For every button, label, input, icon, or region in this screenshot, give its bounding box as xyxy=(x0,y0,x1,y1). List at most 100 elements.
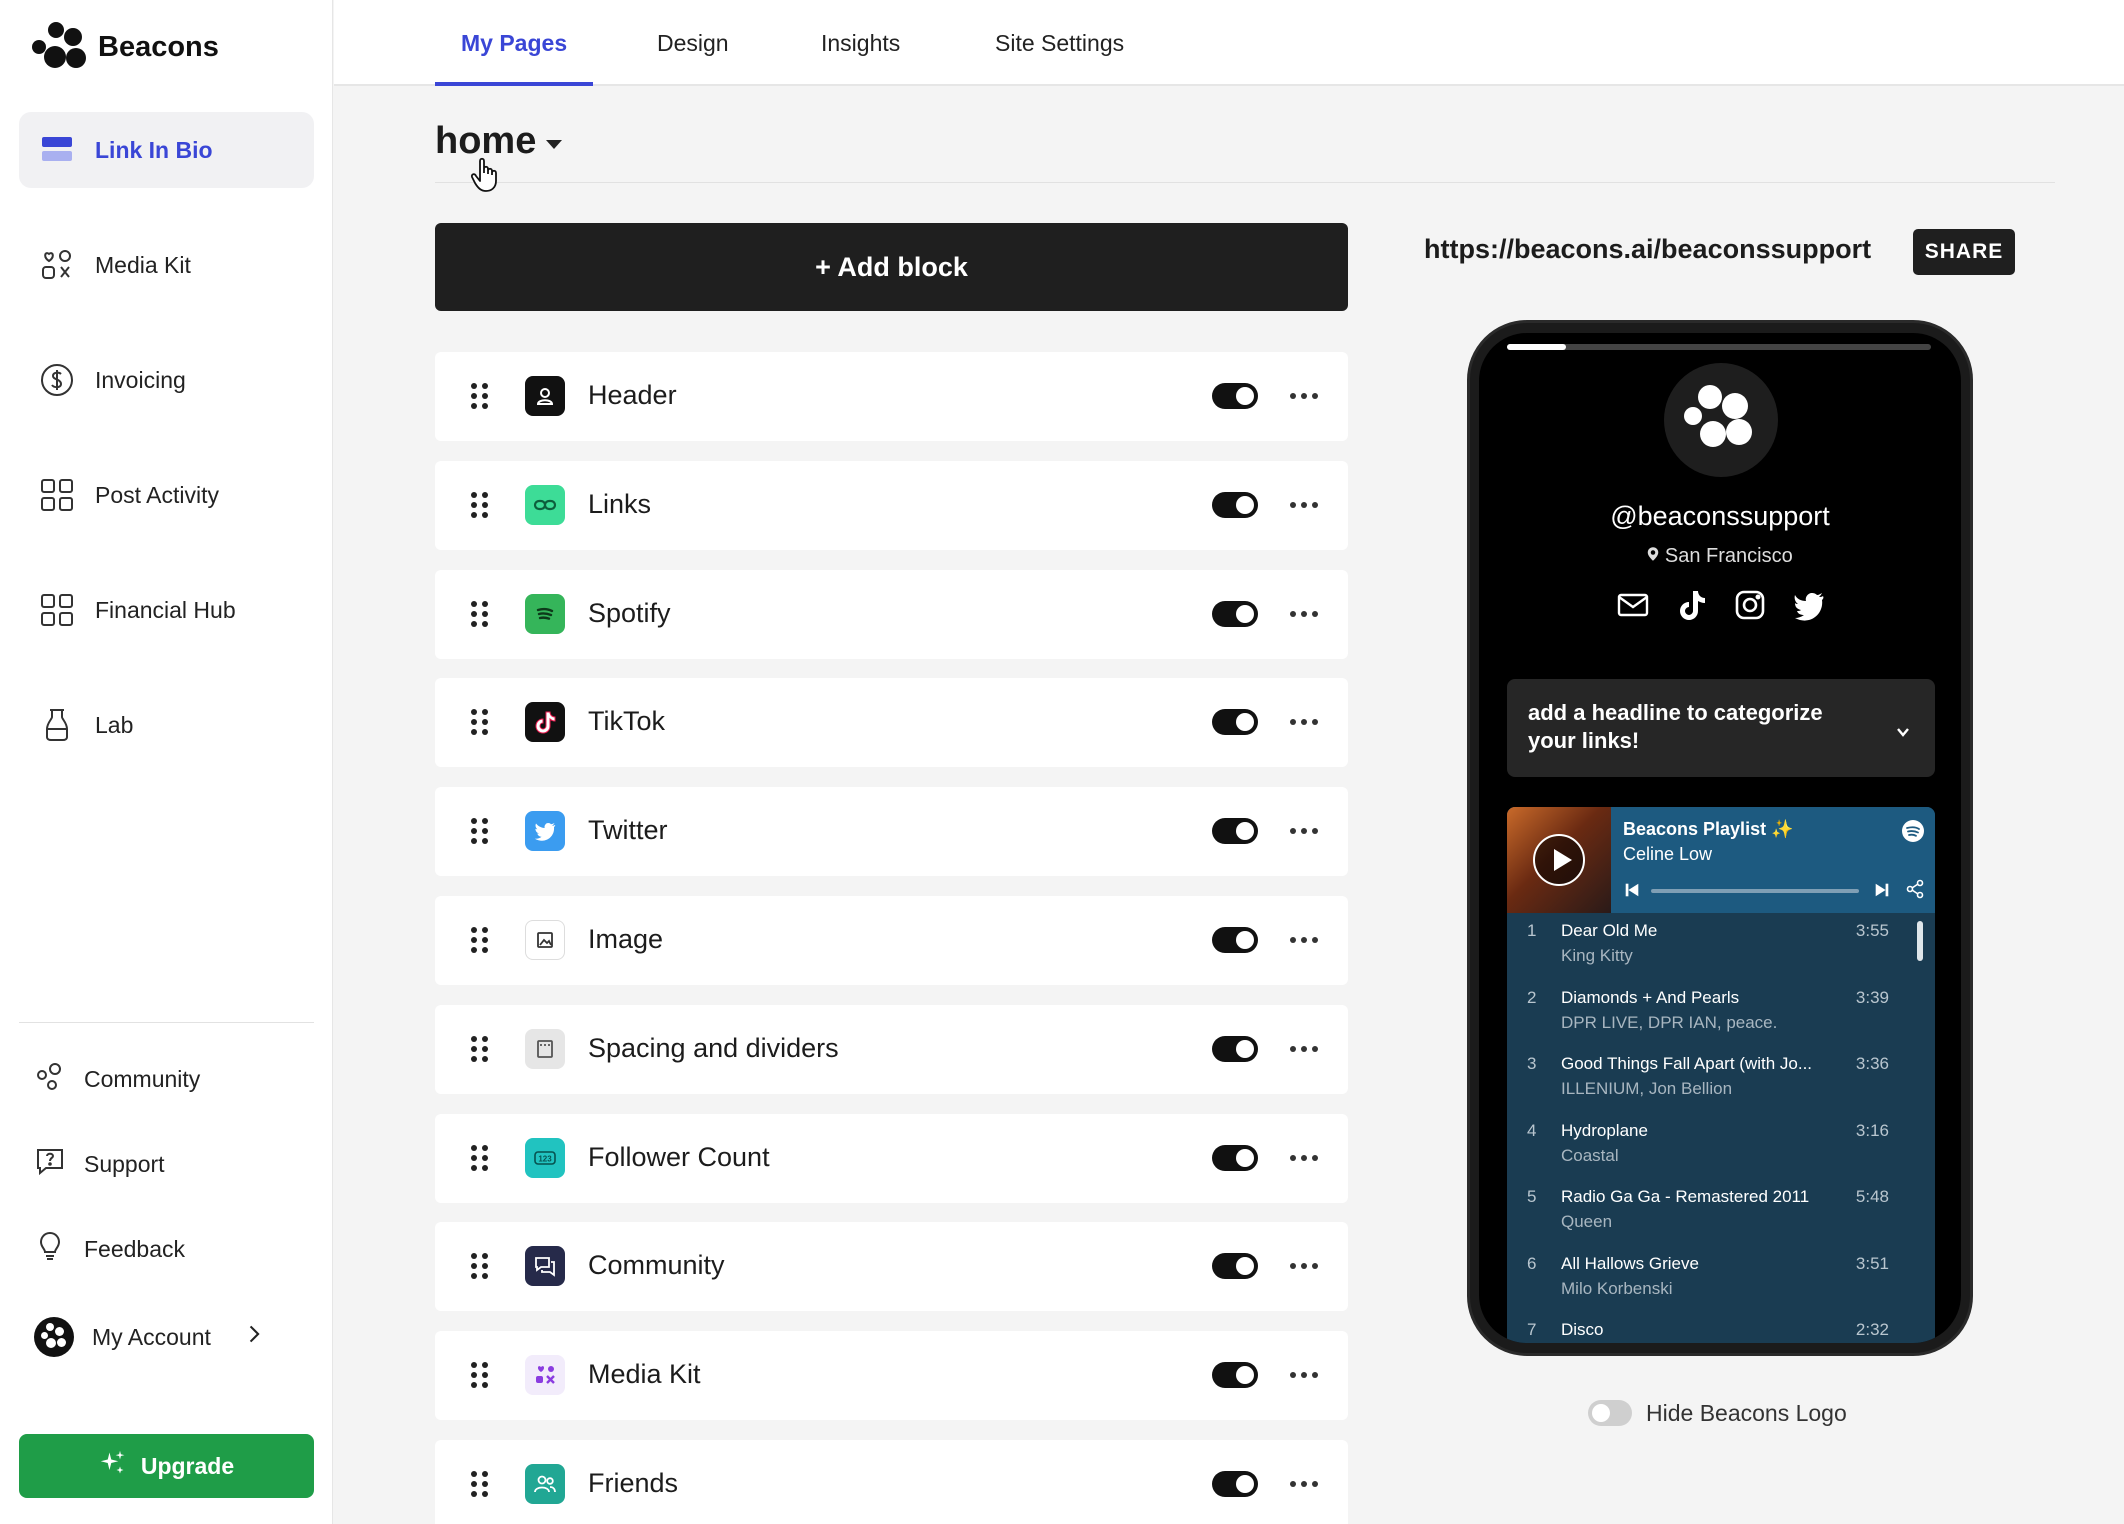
block-row-friends[interactable]: Friends xyxy=(435,1440,1348,1524)
block-visibility-toggle[interactable] xyxy=(1212,491,1258,518)
next-track-icon[interactable] xyxy=(1873,881,1891,904)
previous-track-icon[interactable] xyxy=(1623,881,1641,904)
track-artist: ILLENIUM, Jon Bellion xyxy=(1561,1079,1733,1098)
block-visibility-toggle[interactable] xyxy=(1212,1253,1258,1280)
block-row-spacing-and-dividers[interactable]: Spacing and dividers xyxy=(435,1004,1348,1094)
track-number: 2 xyxy=(1527,987,1537,1007)
instagram-icon[interactable] xyxy=(1733,588,1767,622)
share-icon[interactable] xyxy=(1905,879,1925,904)
block-visibility-toggle[interactable] xyxy=(1212,927,1258,953)
more-options-icon[interactable] xyxy=(1290,609,1322,619)
block-row-spotify[interactable]: Spotify xyxy=(435,569,1348,659)
track-row[interactable]: 7 Disco 2:32 xyxy=(1507,1312,1935,1343)
drag-handle-icon[interactable] xyxy=(471,600,489,627)
drag-handle-icon[interactable] xyxy=(471,927,489,953)
track-row[interactable]: 3 Good Things Fall Apart (with Jo... ILLEN… xyxy=(1507,1046,1935,1112)
block-visibility-toggle[interactable] xyxy=(1212,818,1258,845)
block-row-tiktok[interactable]: TikTok xyxy=(435,678,1348,768)
divider-icon xyxy=(525,1028,565,1069)
block-row-twitter[interactable]: Twitter xyxy=(435,787,1348,877)
block-visibility-toggle[interactable] xyxy=(1212,1144,1258,1171)
block-row-community[interactable]: Community xyxy=(435,1222,1348,1312)
twitter-icon[interactable] xyxy=(1792,588,1826,622)
more-options-icon[interactable] xyxy=(1290,1153,1322,1163)
drag-handle-icon[interactable] xyxy=(471,491,489,518)
more-options-icon[interactable] xyxy=(1290,391,1322,401)
drag-handle-icon[interactable] xyxy=(471,1144,489,1171)
drag-handle-icon[interactable] xyxy=(471,818,489,845)
story-progress-bar xyxy=(1507,344,1931,350)
location-pin-icon xyxy=(1647,545,1659,567)
active-tab-indicator xyxy=(435,82,593,86)
block-visibility-toggle[interactable] xyxy=(1212,600,1258,627)
more-options-icon[interactable] xyxy=(1290,1479,1322,1489)
tab-design[interactable]: Design xyxy=(657,0,729,86)
spotify-icon[interactable] xyxy=(1901,819,1925,843)
playback-progress[interactable] xyxy=(1651,889,1859,893)
more-options-icon[interactable] xyxy=(1290,500,1322,510)
tiktok-icon xyxy=(525,702,565,743)
sidebar-item-label: Feedback xyxy=(84,1235,186,1262)
sidebar-item-financial-hub[interactable]: Financial Hub xyxy=(19,572,314,648)
more-options-icon[interactable] xyxy=(1290,1370,1322,1380)
sidebar-item-community[interactable]: Community xyxy=(34,1054,200,1104)
drag-handle-icon[interactable] xyxy=(471,1035,489,1062)
track-row[interactable]: 1 Dear Old Me King Kitty 3:55 xyxy=(1507,913,1935,979)
hand-cursor-icon xyxy=(470,157,500,193)
more-options-icon[interactable] xyxy=(1290,1044,1322,1054)
play-button[interactable] xyxy=(1533,834,1585,886)
drag-handle-icon[interactable] xyxy=(471,383,489,409)
sidebar-item-my-account[interactable]: My Account xyxy=(34,1312,265,1362)
drag-handle-icon[interactable] xyxy=(471,709,489,736)
more-options-icon[interactable] xyxy=(1290,935,1322,945)
block-visibility-toggle[interactable] xyxy=(1212,383,1258,409)
sidebar-item-link-in-bio[interactable]: Link In Bio xyxy=(19,112,314,188)
drag-handle-icon[interactable] xyxy=(471,1362,489,1389)
sidebar: Beacons Link In Bio Media Kit Invoicing … xyxy=(0,0,333,1524)
sidebar-item-feedback[interactable]: Feedback xyxy=(34,1224,185,1274)
upgrade-button[interactable]: Upgrade xyxy=(19,1434,314,1498)
track-duration: 3:36 xyxy=(1855,1054,1889,1073)
drag-handle-icon[interactable] xyxy=(471,1253,489,1280)
tab-site-settings[interactable]: Site Settings xyxy=(995,0,1124,86)
block-row-image[interactable]: Image xyxy=(435,896,1348,985)
headline-accordion[interactable]: add a headline to categorize your links! xyxy=(1507,679,1935,777)
track-name: Good Things Fall Apart (with Jo... xyxy=(1561,1054,1813,1073)
block-visibility-toggle[interactable] xyxy=(1212,709,1258,736)
more-options-icon[interactable] xyxy=(1290,826,1322,836)
lightbulb-icon xyxy=(34,1230,66,1268)
share-button[interactable]: SHARE xyxy=(1913,229,2015,275)
track-row[interactable]: 4 Hydroplane Coastal 3:16 xyxy=(1507,1113,1935,1179)
hide-logo-toggle[interactable] xyxy=(1588,1400,1632,1426)
sidebar-item-support[interactable]: Support xyxy=(34,1139,165,1189)
block-row-media-kit[interactable]: Media Kit xyxy=(435,1331,1348,1421)
block-row-links[interactable]: Links xyxy=(435,460,1348,550)
sidebar-item-post-activity[interactable]: Post Activity xyxy=(19,457,314,533)
block-row-header[interactable]: Header xyxy=(435,352,1348,441)
block-visibility-toggle[interactable] xyxy=(1212,1035,1258,1062)
tab-my-pages[interactable]: My Pages xyxy=(461,0,567,86)
add-block-button[interactable]: + Add block xyxy=(435,223,1348,311)
more-options-icon[interactable] xyxy=(1290,717,1322,727)
tiktok-icon[interactable] xyxy=(1675,588,1709,622)
track-row[interactable]: 5 Radio Ga Ga - Remastered 2011 Queen 5:48 xyxy=(1507,1179,1935,1245)
drag-handle-icon[interactable] xyxy=(471,1471,489,1497)
beacons-logo[interactable]: Beacons xyxy=(30,20,219,74)
page-url[interactable]: https://beacons.ai/beaconssupport xyxy=(1424,234,1871,265)
sidebar-item-invoicing[interactable]: Invoicing xyxy=(19,342,314,418)
sidebar-item-label: Support xyxy=(84,1150,165,1177)
more-options-icon[interactable] xyxy=(1290,1261,1322,1271)
track-list-scrollbar[interactable] xyxy=(1917,921,1923,961)
track-name: Radio Ga Ga - Remastered 2011 xyxy=(1561,1187,1810,1206)
sidebar-item-media-kit[interactable]: Media Kit xyxy=(19,227,314,303)
track-row[interactable]: 6 All Hallows Grieve Milo Korbenski 3:51 xyxy=(1507,1246,1935,1312)
sidebar-item-lab[interactable]: Lab xyxy=(19,687,314,763)
tab-insights[interactable]: Insights xyxy=(821,0,900,86)
block-row-follower-count[interactable]: 123 Follower Count xyxy=(435,1113,1348,1203)
mail-icon[interactable] xyxy=(1616,588,1650,622)
block-visibility-toggle[interactable] xyxy=(1212,1362,1258,1389)
block-visibility-toggle[interactable] xyxy=(1212,1471,1258,1497)
track-row[interactable]: 2 Diamonds + And Pearls DPR LIVE, DPR IAN,… xyxy=(1507,980,1935,1046)
block-label: Links xyxy=(588,488,652,519)
sidebar-item-label: Invoicing xyxy=(95,366,186,393)
